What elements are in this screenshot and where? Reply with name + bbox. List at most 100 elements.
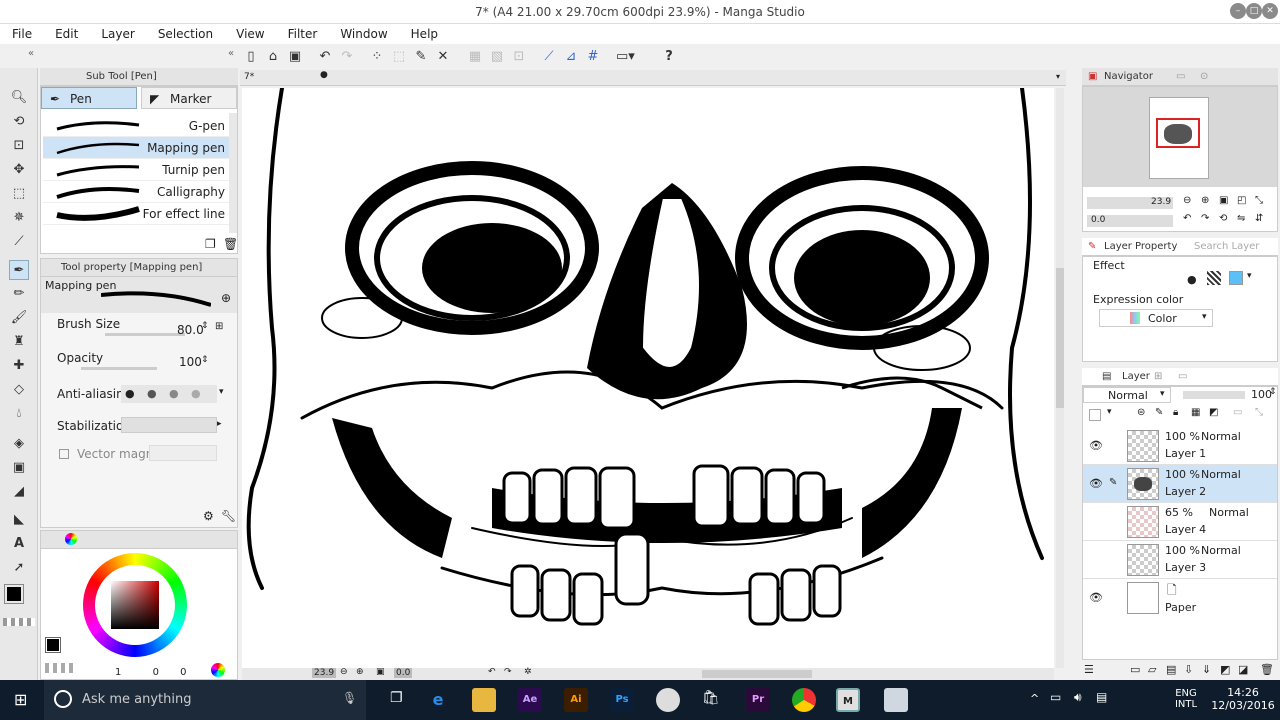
open-file-icon[interactable]: ⌂ bbox=[264, 48, 282, 66]
draft-layer-icon[interactable]: ✎ bbox=[1155, 407, 1163, 418]
window-app-icon[interactable] bbox=[884, 688, 908, 712]
manga-studio-icon[interactable]: M bbox=[836, 688, 860, 712]
brush-item-g-pen[interactable]: G-pen bbox=[43, 115, 229, 137]
expression-color-select[interactable]: Color ▾ bbox=[1099, 309, 1213, 327]
save-icon[interactable]: ▣ bbox=[286, 48, 304, 66]
navigator-zoom-slider[interactable]: 23.9 bbox=[1087, 197, 1173, 209]
clock[interactable]: 14:26 12/03/2016 bbox=[1210, 686, 1276, 712]
antialias-selector[interactable]: ● ● ● ● bbox=[121, 385, 217, 403]
ruler-icon[interactable]: ⟋ bbox=[540, 48, 558, 66]
nav-actual-size-icon[interactable]: ◰ bbox=[1237, 195, 1246, 206]
ruler-visible-icon[interactable]: ▭ bbox=[1233, 407, 1242, 418]
language-indicator[interactable]: ENG INTL bbox=[1166, 688, 1206, 710]
layer-color-icon[interactable]: ⤡ bbox=[1255, 407, 1263, 418]
reset-settings-icon[interactable]: ⚙ bbox=[203, 509, 214, 523]
windows-start-icon[interactable]: ⊞ bbox=[14, 690, 27, 709]
store-icon[interactable]: 🛍︎ bbox=[702, 690, 720, 706]
minimize-button[interactable]: – bbox=[1230, 3, 1246, 19]
menu-help[interactable]: Help bbox=[399, 24, 449, 41]
menu-filter[interactable]: Filter bbox=[276, 24, 329, 41]
menu-edit[interactable]: Edit bbox=[43, 24, 89, 41]
pen-tool-icon[interactable]: ✒ bbox=[9, 260, 29, 280]
volume-icon[interactable]: 🔊︎ bbox=[1074, 690, 1082, 705]
opacity-stepper-icon[interactable]: ⇕ bbox=[201, 355, 209, 365]
nav-zoom-in-icon[interactable]: ⊕ bbox=[1201, 195, 1209, 206]
rotate-left-icon[interactable]: ↶ bbox=[488, 667, 496, 677]
layer-opacity-stepper-icon[interactable]: ⇕ bbox=[1269, 387, 1277, 397]
nav-flip-h-icon[interactable]: ⇋ bbox=[1237, 213, 1245, 224]
figure-tool-icon[interactable]: ◢ bbox=[9, 482, 29, 502]
animation-tab-icon[interactable]: ▭ bbox=[1178, 368, 1187, 386]
antialias-dropdown-icon[interactable]: ▾ bbox=[219, 387, 224, 397]
eraser-tool-icon[interactable]: ◇ bbox=[9, 380, 29, 400]
action-center-icon[interactable]: ▤ bbox=[1096, 690, 1107, 704]
edge-icon[interactable]: e bbox=[426, 688, 450, 712]
layer-opacity-slider[interactable] bbox=[1183, 391, 1245, 399]
delete-layer-icon[interactable]: 🗑︎ bbox=[1260, 663, 1274, 676]
fill-tool-icon[interactable]: ◈ bbox=[9, 434, 29, 454]
nav-reset-rotation-icon[interactable]: ⟲ bbox=[1219, 213, 1227, 224]
rotate-tool-icon[interactable]: ⟲ bbox=[9, 112, 29, 132]
grid-snap-icon[interactable]: # bbox=[584, 48, 602, 66]
file-explorer-icon[interactable] bbox=[472, 688, 496, 712]
color-settings-icon[interactable] bbox=[211, 663, 225, 677]
nav-rotate-right-icon[interactable]: ↷ bbox=[1201, 213, 1209, 224]
decoration-icon[interactable]: ✚ bbox=[9, 356, 29, 376]
stabilization-slider[interactable] bbox=[121, 417, 217, 433]
info-tab-icon[interactable]: ⊙ bbox=[1200, 68, 1208, 86]
transform-icon[interactable]: ⬚ bbox=[390, 48, 408, 66]
hand-tool-icon[interactable]: ⊡ bbox=[9, 136, 29, 156]
vector-magnet-slider[interactable] bbox=[149, 445, 217, 461]
stabilization-arrow-icon[interactable]: ▸ bbox=[217, 419, 222, 429]
move-tool-icon[interactable]: ✥ bbox=[9, 160, 29, 180]
help-icon[interactable]: ? bbox=[660, 48, 678, 66]
nav-fit-icon[interactable]: ▣ bbox=[1219, 195, 1228, 206]
canvas-zoom-value[interactable]: 23.9 bbox=[312, 668, 337, 678]
photoshop-icon[interactable]: Ps bbox=[610, 688, 634, 712]
layer-mask-icon[interactable]: ◩ bbox=[1220, 663, 1230, 676]
eyedropper-icon[interactable]: ⟋ bbox=[9, 232, 29, 252]
effect-color-icon[interactable] bbox=[1229, 271, 1243, 285]
network-icon[interactable]: ▭ bbox=[1050, 690, 1061, 704]
fill-out-icon[interactable]: ▧ bbox=[488, 48, 506, 66]
task-view-icon[interactable]: ❐ bbox=[390, 690, 403, 706]
layer-options-dropdown-icon[interactable]: ▾ bbox=[1107, 407, 1112, 417]
gradient-tool-icon[interactable]: ▣ bbox=[9, 458, 29, 478]
layer-panel-menu-icon[interactable]: ☰ bbox=[1084, 663, 1094, 676]
nav-fit-window-icon[interactable]: ⤡ bbox=[1255, 195, 1263, 206]
magic-wand-icon[interactable]: ✵ bbox=[9, 208, 29, 228]
mask-icon[interactable]: ◩ bbox=[1209, 407, 1218, 418]
antialias-strong-icon[interactable]: ● bbox=[191, 387, 201, 400]
new-file-icon[interactable]: ▯ bbox=[242, 48, 260, 66]
layer-row-4[interactable]: 100 % Normal Layer 3 bbox=[1083, 541, 1277, 579]
preview-zoom-icon[interactable]: ⊕ bbox=[221, 291, 231, 305]
layer-row-1[interactable]: 👁︎ 100 % Normal Layer 1 bbox=[1083, 427, 1277, 465]
marquee-tool-icon[interactable]: ⬚ bbox=[9, 184, 29, 204]
rotate-reset-icon[interactable]: ✲ bbox=[524, 667, 532, 677]
new-folder-icon[interactable]: ▤ bbox=[1166, 663, 1176, 676]
document-tab[interactable]: 7* bbox=[244, 72, 254, 82]
nav-zoom-out-icon[interactable]: ⊖ bbox=[1183, 195, 1191, 206]
horizontal-scrollbar[interactable] bbox=[702, 670, 812, 678]
brush-item-mapping-pen[interactable]: Mapping pen bbox=[43, 137, 229, 159]
collapse-subtool-icon[interactable]: « bbox=[228, 48, 234, 59]
object-tool-icon[interactable]: ➚ bbox=[9, 558, 29, 578]
blend-mode-select[interactable]: Normal ▾ bbox=[1083, 387, 1171, 403]
cortana-search-box[interactable]: Ask me anything 🎙︎ bbox=[44, 680, 366, 720]
transparent-color-swatch[interactable] bbox=[45, 663, 73, 673]
effect-tone-icon[interactable] bbox=[1207, 271, 1221, 285]
apply-mask-icon[interactable]: ◪ bbox=[1238, 663, 1248, 676]
vertical-scrollbar[interactable] bbox=[1056, 88, 1064, 668]
vector-magnet-checkbox[interactable] bbox=[59, 449, 69, 459]
blend-tool-icon[interactable]: 💧︎ bbox=[9, 404, 29, 424]
fit-icon[interactable]: ▣ bbox=[376, 667, 385, 677]
antialias-mid-icon[interactable]: ● bbox=[169, 387, 179, 400]
zoom-out-icon[interactable]: ⊖ bbox=[340, 667, 348, 677]
color-wheel-tab-icon[interactable] bbox=[65, 533, 77, 545]
layer-property-tab-icon[interactable]: ✎ bbox=[1088, 238, 1096, 256]
current-color-swatch[interactable] bbox=[45, 637, 61, 653]
transfer-down-icon[interactable]: ⇩ bbox=[1184, 663, 1193, 676]
tab-marker[interactable]: ◤ Marker bbox=[141, 87, 237, 109]
layer-search-tab-icon[interactable]: ⊞ bbox=[1154, 368, 1162, 386]
menu-selection[interactable]: Selection bbox=[146, 24, 224, 41]
